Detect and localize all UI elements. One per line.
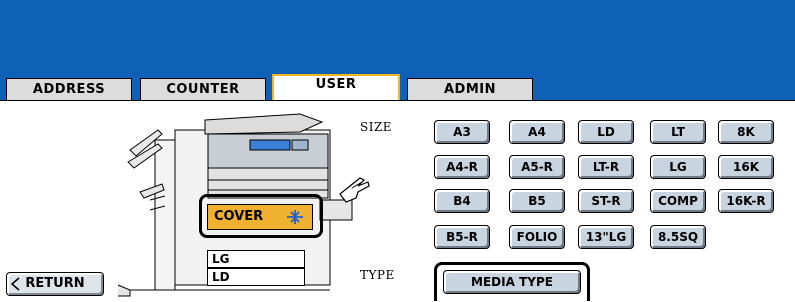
- size-b4-button[interactable]: B4: [434, 189, 490, 213]
- tab-counter[interactable]: COUNTER: [140, 78, 266, 100]
- tray-ld[interactable]: LD: [207, 268, 305, 286]
- size-lg-button[interactable]: LG: [650, 155, 706, 179]
- return-button[interactable]: RETURN: [6, 272, 104, 296]
- media-type-button[interactable]: MEDIA TYPE: [443, 270, 581, 294]
- size-16kr-button[interactable]: 16K-R: [718, 189, 774, 213]
- size-a3-button[interactable]: A3: [434, 120, 490, 144]
- size-folio-button[interactable]: FOLIO: [509, 225, 565, 249]
- size-16k-button[interactable]: 16K: [718, 155, 774, 179]
- size-b5-button[interactable]: B5: [509, 189, 565, 213]
- tray-cover[interactable]: COVER: [207, 204, 313, 230]
- tab-user[interactable]: USER: [272, 74, 400, 101]
- size-ltr-button[interactable]: LT-R: [578, 155, 634, 179]
- tab-address[interactable]: ADDRESS: [6, 78, 132, 100]
- tab-admin[interactable]: ADMIN: [407, 78, 533, 100]
- size-lt-button[interactable]: LT: [650, 120, 706, 144]
- size-change-icon: [287, 210, 303, 224]
- size-85sq-button[interactable]: 8.5SQ: [650, 225, 706, 249]
- size-a4r-button[interactable]: A4-R: [434, 155, 490, 179]
- tray-cover-label: COVER: [214, 209, 264, 224]
- return-arrow-icon: [10, 277, 20, 291]
- header-banner: [0, 0, 795, 78]
- size-ld-button[interactable]: LD: [578, 120, 634, 144]
- size-str-button[interactable]: ST-R: [578, 189, 634, 213]
- size-comp-button[interactable]: COMP: [650, 189, 706, 213]
- size-8k-button[interactable]: 8K: [718, 120, 774, 144]
- size-label: SIZE: [360, 120, 393, 134]
- pointing-hand-icon: [339, 177, 370, 203]
- size-a5r-button[interactable]: A5-R: [509, 155, 565, 179]
- size-b5r-button[interactable]: B5-R: [434, 225, 490, 249]
- size-a4-button[interactable]: A4: [509, 120, 565, 144]
- return-label: RETURN: [25, 276, 85, 291]
- tray-lg[interactable]: LG: [207, 250, 305, 268]
- type-label: TYPE: [360, 268, 395, 282]
- size-13lg-button[interactable]: 13"LG: [578, 225, 634, 249]
